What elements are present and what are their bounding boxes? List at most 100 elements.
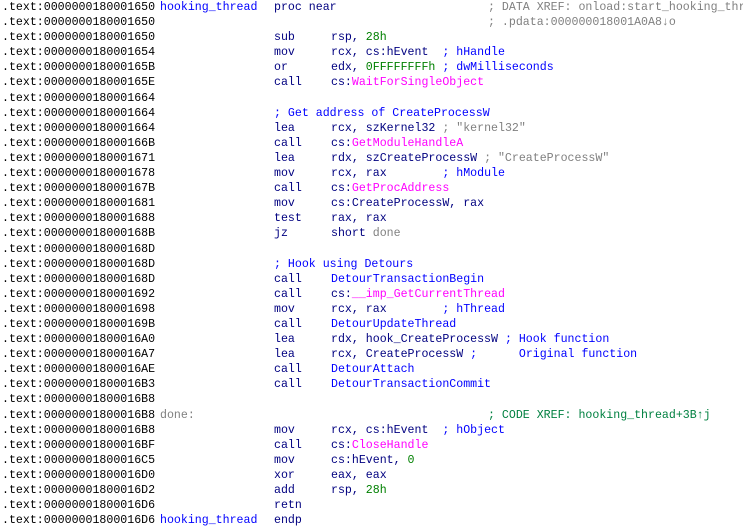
listing-line[interactable]: .text:0000000180001688 test rax, rax (0, 211, 743, 226)
xref-comment[interactable]: ; CODE XREF: hooking_thread+3B↑j (488, 408, 711, 423)
inline-comment: ; hThread (442, 302, 505, 316)
listing-line[interactable]: .text:00000001800016B8 mov rcx, cs:hEvent … (0, 423, 743, 438)
operand-text: 28h (365, 484, 387, 497)
inline-comment: ; Hook function (504, 333, 610, 347)
listing-line[interactable]: .text:00000001800016D2 add rsp, 28h (0, 483, 743, 498)
symbol-reference[interactable]: WaitForSingleObject (352, 76, 484, 89)
listing-line[interactable]: .text:00000001800016D0 xor eax, eax (0, 468, 743, 483)
operand-text: rdx, szCreateProcessW (331, 151, 485, 165)
operand-text: 0FFFFFFFFh (365, 61, 436, 75)
symbol-reference[interactable]: DetourTransactionBegin (331, 273, 484, 286)
address: .text:0000000180001654 (2, 46, 156, 60)
address: .text:0000000180001664 (2, 121, 156, 135)
address: .text:000000018000168B (2, 227, 156, 241)
operands: rcx, rax ; hThread (331, 302, 505, 317)
address: .text:00000001800016D0 (2, 468, 156, 482)
inline-comment: ; "kernel32" (442, 121, 526, 135)
symbol-reference[interactable]: DetourTransactionCommit (331, 378, 491, 391)
listing-line[interactable]: .text:0000000180001671 lea rdx, szCreatePr… (0, 151, 743, 166)
address: .text:0000000180001671 (2, 151, 156, 165)
operands: rdx, hook_CreateProcessW ; Hook function (331, 332, 609, 347)
operands: rax, rax (331, 211, 387, 226)
code-label[interactable]: hooking_thread (160, 0, 257, 15)
mnemonic: mov (274, 46, 295, 60)
address: .text:000000018000169B (2, 317, 156, 331)
code-label[interactable]: done: (160, 408, 195, 423)
operand-text: 0 (407, 453, 415, 467)
symbol-reference[interactable]: __imp_GetCurrentThread (352, 288, 505, 301)
operands: DetourAttach (331, 362, 415, 377)
address: .text:000000018000167B (2, 182, 156, 196)
listing-line[interactable]: .text:0000000180001698 mov rcx, rax ; hThr… (0, 302, 743, 317)
listing-line[interactable]: .text:000000018000168D ; Hook using Detou… (0, 257, 743, 272)
listing-line[interactable]: .text:000000018000169B call DetourUpdateTh… (0, 317, 743, 332)
listing-line[interactable]: .text:00000001800016D6 retn (0, 498, 743, 513)
symbol-reference[interactable]: GetProcAddress (352, 182, 449, 195)
listing-line[interactable]: .text:000000018000166B call cs:GetModuleHa… (0, 136, 743, 151)
listing-line[interactable]: .text:00000001800016B8 (0, 392, 743, 407)
operands: cs:GetModuleHandleA (331, 136, 463, 151)
listing-line[interactable]: .text:000000018000168D call DetourTransact… (0, 272, 743, 287)
listing-line[interactable]: .text:00000001800016D6 hooking_thread endp (0, 513, 743, 528)
listing-line[interactable]: .text:0000000180001650 sub rsp, 28h (0, 30, 743, 45)
address: .text:0000000180001688 (2, 212, 156, 226)
address: .text:000000018000168D (2, 257, 156, 271)
address: .text:000000018000165B (2, 61, 156, 75)
mnemonic: call (274, 317, 302, 331)
listing-line[interactable]: .text:00000001800016A0 lea rdx, hook_Creat… (0, 332, 743, 347)
mnemonic: add (274, 484, 295, 497)
mnemonic: sub (274, 31, 295, 45)
address: .text:00000001800016A7 (2, 348, 156, 362)
listing-line[interactable]: .text:000000018000167B call cs:GetProcAddr… (0, 181, 743, 196)
listing-line[interactable]: .text:00000001800016AE call DetourAttach (0, 362, 743, 377)
listing-line[interactable]: .text:0000000180001664 ; Get address of C… (0, 106, 743, 121)
operands: edx, 0FFFFFFFFh ; dwMilliseconds (331, 60, 554, 75)
listing-line[interactable]: .text:000000018000165E call cs:WaitForSing… (0, 75, 743, 90)
listing-line[interactable]: .text:0000000180001681 mov cs:CreateProces… (0, 196, 743, 211)
listing-line[interactable]: .text:000000018000165B or edx, 0FFFFFFFFh … (0, 60, 743, 75)
operand-text: cs:CreateProcessW, rax (331, 197, 485, 211)
listing-line[interactable]: .text:0000000180001664 (0, 91, 743, 106)
listing-line[interactable]: .text:000000018000168D (0, 242, 743, 257)
mnemonic: mov (274, 167, 295, 181)
address: .text:00000001800016B8 (2, 423, 156, 437)
operand-text: rcx, CreateProcessW (331, 348, 471, 362)
listing-line[interactable]: .text:0000000180001664 lea rcx, szKernel32… (0, 121, 743, 136)
operand-text: cs: (331, 438, 352, 452)
mnemonic: mov (274, 302, 295, 316)
symbol-reference[interactable]: DetourUpdateThread (331, 318, 456, 331)
operand-text: rcx, rax (331, 167, 443, 181)
listing-line[interactable]: .text:00000001800016BF call cs:CloseHandle (0, 438, 743, 453)
symbol-reference[interactable]: GetModuleHandleA (352, 137, 463, 150)
xref-comment[interactable]: ; DATA XREF: onload:start_hooking_thread… (488, 0, 743, 15)
listing-line[interactable]: .text:0000000180001678 mov rcx, rax ; hMod… (0, 166, 743, 181)
operand-text: done (372, 227, 401, 241)
code-label[interactable]: hooking_thread (160, 513, 257, 528)
address: .text:00000001800016A0 (2, 333, 156, 347)
mnemonic: xor (274, 468, 295, 482)
xref-comment[interactable]: ; .pdata:000000018001A0A8↓o (488, 15, 676, 30)
symbol-reference[interactable]: CloseHandle (352, 439, 429, 452)
operands: short done (331, 226, 401, 241)
operands: rsp, 28h (331, 30, 387, 45)
address: .text:00000001800016C5 (2, 453, 156, 467)
operands: cs:GetProcAddress (331, 181, 449, 196)
listing-line[interactable]: .text:000000018000168B jz short done (0, 226, 743, 241)
operand-text: rsp, (331, 31, 366, 45)
listing-line[interactable]: .text:0000000180001650 ; .pdata:000000018… (0, 15, 743, 30)
address: .text:0000000180001664 (2, 91, 156, 105)
inline-comment: ; hHandle (442, 46, 505, 60)
listing-line[interactable]: .text:00000001800016B3 call DetourTransact… (0, 377, 743, 392)
block-comment: ; Hook using Detours (274, 257, 414, 271)
disassembly-listing[interactable]: .text:0000000180001650 hooking_thread proc… (0, 0, 743, 530)
listing-line[interactable]: .text:00000001800016B8 done: ; CODE XREF: … (0, 408, 743, 423)
address: .text:00000001800016B8 (2, 393, 156, 407)
listing-line[interactable]: .text:00000001800016C5 mov cs:hEvent, 0 (0, 453, 743, 468)
listing-line[interactable]: .text:00000001800016A7 lea rcx, CreateProc… (0, 347, 743, 362)
symbol-reference[interactable]: DetourAttach (331, 363, 415, 376)
listing-line[interactable]: .text:0000000180001692 call cs:__imp_GetCu… (0, 287, 743, 302)
listing-line[interactable]: .text:0000000180001650 hooking_thread proc… (0, 0, 743, 15)
operand-text: cs:hEvent, (331, 453, 408, 467)
listing-line[interactable]: .text:0000000180001654 mov rcx, cs:hEvent … (0, 45, 743, 60)
operands: eax, eax (331, 468, 387, 483)
